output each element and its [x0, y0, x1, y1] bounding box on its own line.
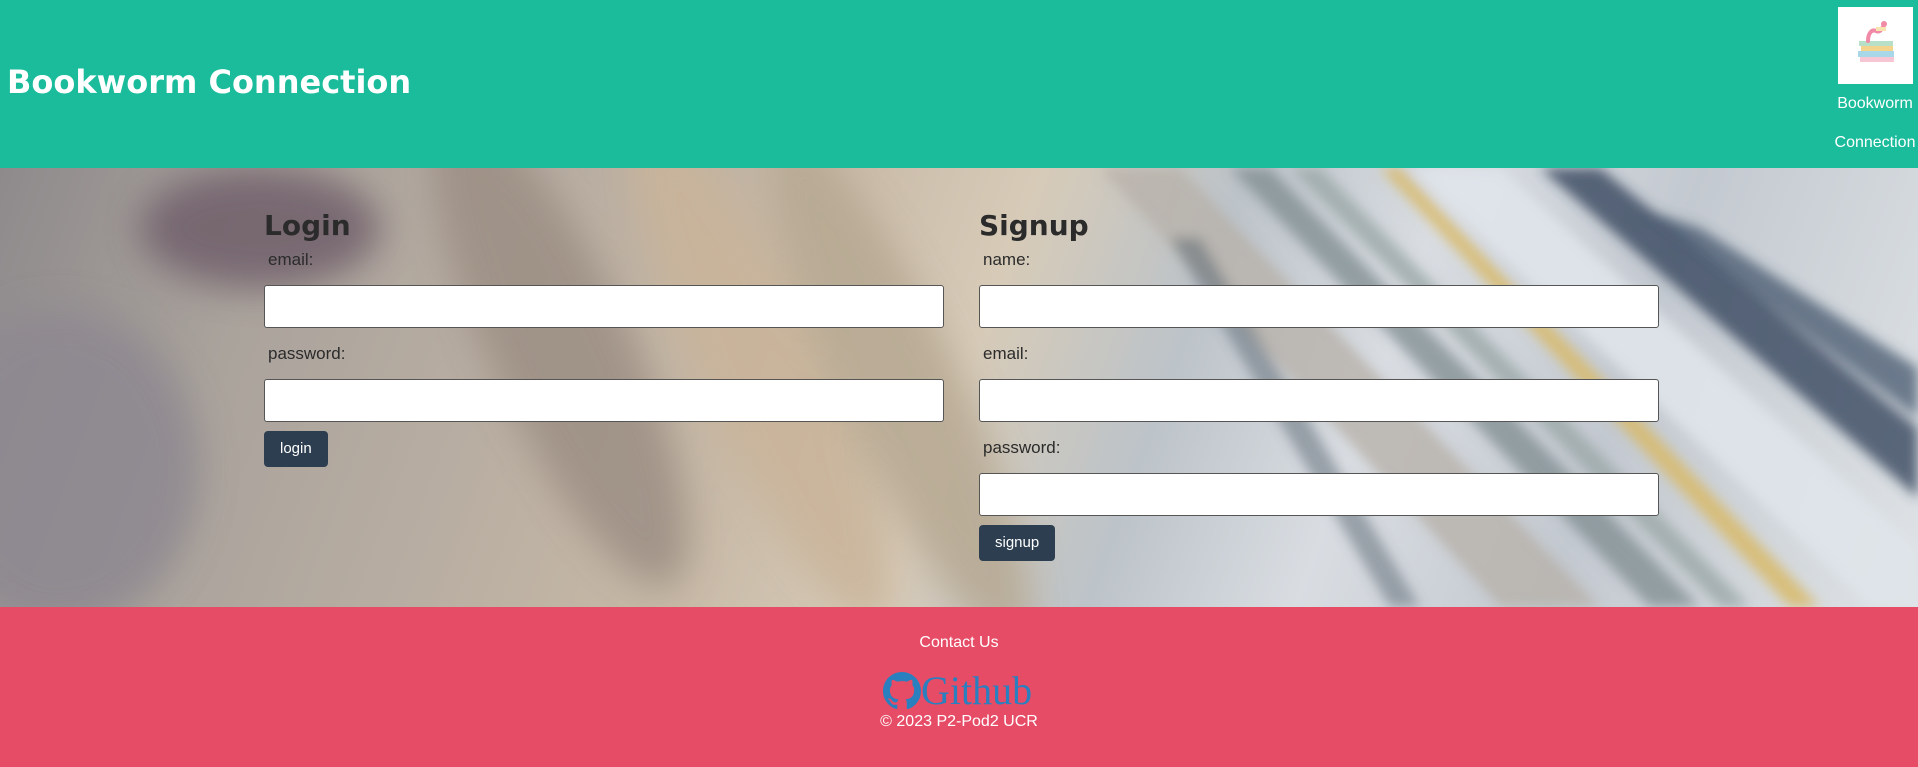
signup-email-label: email:	[983, 344, 1029, 363]
signup-heading: Signup	[979, 209, 1089, 242]
login-heading: Login	[264, 209, 351, 242]
signup-form: Signup name: email: password: signup	[979, 206, 1659, 561]
login-form: Login email: password: login	[264, 206, 944, 467]
login-button[interactable]: login	[264, 431, 328, 467]
bookworm-logo-icon	[1857, 21, 1894, 62]
signup-password-input[interactable]	[979, 473, 1659, 516]
site-footer: Contact Us Github © 2023 P2-Pod2 UCR	[0, 607, 1918, 767]
login-email-input[interactable]	[264, 285, 944, 328]
auth-section: Login email: password: login Signup name…	[0, 168, 1918, 607]
github-link[interactable]: Github	[883, 669, 1032, 713]
site-title: Bookworm Connection	[7, 63, 412, 101]
logo-block[interactable]: Bookworm Connection	[1833, 7, 1917, 162]
github-icon	[883, 672, 921, 710]
signup-button[interactable]: signup	[979, 525, 1056, 561]
login-email-label: email:	[268, 250, 314, 269]
signup-name-input[interactable]	[979, 285, 1659, 328]
signup-email-input[interactable]	[979, 379, 1659, 422]
copyright-text: © 2023 P2-Pod2 UCR	[880, 713, 1038, 730]
logo-caption-line1: Bookworm	[1837, 95, 1913, 112]
logo-caption-line2: Connection	[1834, 134, 1916, 151]
site-header: Bookworm Connection Bookworm Connection	[0, 0, 1918, 168]
login-password-input[interactable]	[264, 379, 944, 422]
github-label: Github	[921, 668, 1033, 713]
signup-password-label: password:	[983, 438, 1061, 457]
contact-us-link[interactable]: Contact Us	[0, 632, 1918, 654]
logo-image	[1837, 7, 1913, 84]
signup-name-label: name:	[983, 250, 1031, 269]
login-password-label: password:	[268, 344, 346, 363]
